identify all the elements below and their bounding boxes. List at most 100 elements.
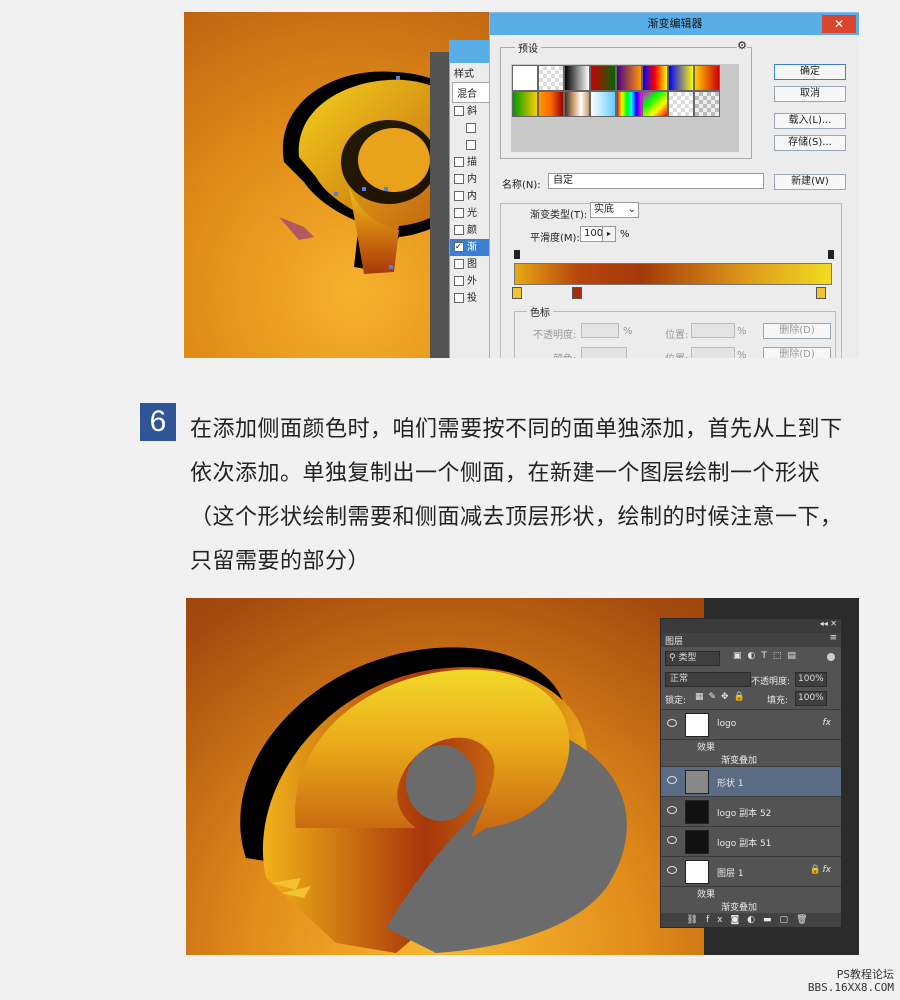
color-stop[interactable] (572, 287, 582, 299)
checkbox[interactable] (466, 123, 476, 133)
color-stop[interactable] (512, 287, 522, 299)
color-stop[interactable] (816, 287, 826, 299)
layers-tab-row: 图层 ≡ (661, 633, 841, 647)
fx-icon[interactable]: fx (706, 915, 731, 925)
preset-swatch[interactable] (616, 91, 642, 117)
checkbox[interactable] (454, 157, 464, 167)
fx-badge[interactable]: fx (823, 865, 832, 875)
gear-icon[interactable]: ⚙ (737, 39, 747, 52)
layer-row-logo[interactable]: logo fx (661, 710, 841, 740)
opacity-stop[interactable] (514, 250, 520, 259)
position-label-2: 位置: (665, 350, 688, 358)
layer-style-item-label: 投 (467, 293, 477, 304)
mask-icon[interactable]: ◙ (730, 915, 747, 925)
gradient-editor-titlebar: 渐变编辑器 ✕ (490, 13, 859, 35)
effect-item-row[interactable]: 渐变叠加 (661, 752, 841, 767)
effect-item-row-2[interactable]: 渐变叠加 (661, 899, 841, 913)
filter-label: 类型 (678, 653, 697, 663)
preset-swatch[interactable] (642, 91, 668, 117)
fill-input[interactable]: 100% (795, 691, 827, 706)
preset-swatch[interactable] (694, 91, 720, 117)
filter-toggle-icon[interactable] (827, 653, 835, 661)
load-button[interactable]: 载入(L)... (774, 113, 846, 129)
lock-row: 锁定: ▦✎✥🔒 填充: 100% (661, 689, 841, 710)
preset-swatch[interactable] (564, 91, 590, 117)
checkbox[interactable] (466, 140, 476, 150)
trash-icon[interactable]: 🗑 (796, 915, 815, 925)
filter-icons[interactable]: ▣◐T⬚▤ (733, 651, 802, 661)
checkbox[interactable] (454, 259, 464, 269)
folder-icon[interactable]: ▬ (763, 915, 780, 925)
preset-swatch[interactable] (694, 65, 720, 91)
preset-swatch[interactable] (642, 65, 668, 91)
checkbox[interactable] (454, 191, 464, 201)
ok-button[interactable]: 确定 (774, 64, 846, 80)
color-swatch-input[interactable] (581, 347, 627, 358)
layers-tab[interactable]: 图层 (665, 634, 683, 647)
checkbox[interactable] (454, 276, 464, 286)
gradient-type-select[interactable]: 实底 ⌄ (590, 202, 639, 218)
layer-row-logo-copy-51[interactable]: logo 副本 51 (661, 827, 841, 857)
triangle-right-icon[interactable]: ▸ (602, 226, 616, 242)
position-input-2[interactable] (691, 347, 735, 358)
lock-icon: 🔒 (809, 865, 821, 875)
eye-icon[interactable] (667, 806, 677, 814)
layers-bottom-toolbar: ⛓fx◙◐▬▢🗑 (661, 913, 841, 927)
adjustment-icon[interactable]: ◐ (747, 915, 763, 925)
opacity-stop[interactable] (828, 250, 834, 259)
layer-row-shape-1[interactable]: 形状 1 (661, 767, 841, 797)
filter-select[interactable]: ⚲ 类型 (665, 651, 720, 666)
panel-menu-icon[interactable]: ≡ (829, 633, 837, 643)
watermark: PS教程论坛 BBS.16XX8.COM (808, 968, 894, 994)
preset-swatch[interactable] (590, 91, 616, 117)
name-input[interactable]: 自定 (548, 173, 764, 189)
layer-style-item-label: 渐 (467, 242, 477, 253)
layer-name: 图层 1 (717, 869, 744, 879)
position-input[interactable] (691, 323, 735, 338)
cancel-button[interactable]: 取消 (774, 86, 846, 102)
layer-style-item-label: 描 (467, 157, 477, 168)
preset-swatch[interactable] (616, 65, 642, 91)
preset-swatch[interactable] (668, 65, 694, 91)
opacity-input[interactable]: 100% (795, 672, 827, 687)
eye-icon[interactable] (667, 836, 677, 844)
checkbox[interactable]: ✓ (454, 242, 464, 252)
checkbox[interactable] (454, 174, 464, 184)
search-icon: ⚲ (669, 653, 676, 663)
eye-icon[interactable] (667, 776, 677, 784)
watermark-line2: BBS.16XX8.COM (807, 981, 894, 994)
preset-swatch[interactable] (590, 65, 616, 91)
delete-button[interactable]: 删除(D) (763, 323, 831, 339)
layer-thumbnail (685, 800, 709, 824)
save-button[interactable]: 存储(S)... (774, 135, 846, 151)
checkbox[interactable] (454, 293, 464, 303)
preset-swatch[interactable] (538, 91, 564, 117)
layer-row-layer-1[interactable]: 图层 1 🔒 fx (661, 857, 841, 887)
link-icon[interactable]: ⛓ (687, 915, 706, 925)
gradient-preview-bar[interactable] (514, 263, 832, 285)
step-description: 在添加侧面颜色时，咱们需要按不同的面单独添加，首先从上到下依次添加。单独复制出一… (190, 417, 843, 574)
eye-icon[interactable] (667, 866, 677, 874)
close-icon[interactable]: ✕ (822, 15, 856, 33)
preset-swatch[interactable] (668, 91, 694, 117)
new-button[interactable]: 新建(W) (774, 174, 846, 190)
preset-swatch[interactable] (512, 65, 538, 91)
lock-icons[interactable]: ▦✎✥🔒 (695, 692, 750, 702)
new-layer-icon[interactable]: ▢ (780, 915, 797, 925)
preset-swatches (511, 64, 739, 152)
fill-label: 填充: (767, 696, 789, 706)
preset-swatch[interactable] (538, 65, 564, 91)
preset-swatch[interactable] (564, 65, 590, 91)
effect-item-label: 渐变叠加 (721, 903, 758, 913)
layer-row-logo-copy-52[interactable]: logo 副本 52 (661, 797, 841, 827)
delete-button-2[interactable]: 删除(D) (763, 347, 831, 358)
checkbox[interactable] (454, 208, 464, 218)
fx-badge[interactable]: fx (823, 718, 832, 728)
eye-icon[interactable] (667, 719, 677, 727)
opacity-input[interactable] (581, 323, 619, 338)
collapse-icon[interactable]: ◂◂ ✕ (820, 619, 837, 628)
preset-swatch[interactable] (512, 91, 538, 117)
checkbox[interactable] (454, 225, 464, 235)
blend-mode-select[interactable]: 正常 (665, 672, 751, 687)
checkbox[interactable] (454, 106, 464, 116)
